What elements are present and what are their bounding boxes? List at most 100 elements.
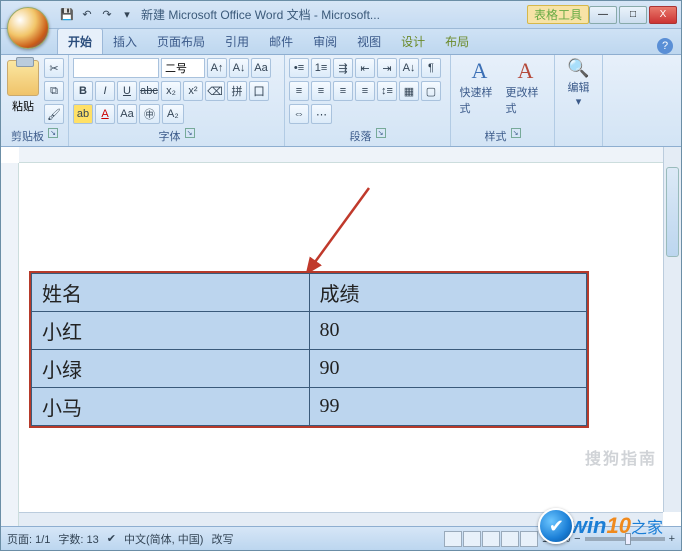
italic-button[interactable]: I (95, 81, 115, 101)
cell-score[interactable]: 99 (309, 388, 587, 426)
asian-spacing-button[interactable]: ⋯ (311, 104, 332, 124)
header-score[interactable]: 成绩 (309, 274, 587, 312)
cell-score[interactable]: 90 (309, 350, 587, 388)
qat-more-icon[interactable]: ▾ (119, 7, 135, 23)
redo-icon[interactable]: ↷ (99, 7, 115, 23)
quick-styles-icon: A (472, 58, 488, 84)
show-marks-button[interactable]: ¶ (421, 58, 441, 78)
distribute-button[interactable]: ⇔ (289, 104, 309, 124)
align-left-button[interactable]: ≡ (289, 81, 309, 101)
phonetic-guide-button[interactable]: 拼 (227, 81, 247, 101)
tab-view[interactable]: 视图 (347, 29, 391, 54)
highlight-button[interactable]: ab (73, 104, 93, 124)
vertical-scrollbar[interactable] (663, 147, 681, 512)
content-table[interactable]: 姓名 成绩 小红 80 小绿 90 小马 99 (31, 273, 587, 426)
scrollbar-thumb[interactable] (666, 167, 679, 257)
maximize-button[interactable]: □ (619, 6, 647, 24)
tab-references[interactable]: 引用 (215, 29, 259, 54)
format-painter-button[interactable]: 🖌 (44, 104, 64, 124)
help-icon[interactable]: ? (657, 38, 673, 54)
close-button[interactable]: X (649, 6, 677, 24)
tab-review[interactable]: 审阅 (303, 29, 347, 54)
ribbon-tabs: 开始 插入 页面布局 引用 邮件 审阅 视图 设计 布局 ? (1, 29, 681, 55)
status-words[interactable]: 字数: 13 (58, 531, 98, 547)
cell-name[interactable]: 小绿 (32, 350, 310, 388)
char-shading-button[interactable]: Aa (117, 104, 137, 124)
vertical-ruler[interactable] (1, 163, 19, 526)
horizontal-ruler[interactable] (19, 147, 663, 163)
cell-name[interactable]: 小马 (32, 388, 310, 426)
styles-dialog-launcher[interactable]: ↘ (511, 128, 521, 138)
tab-insert[interactable]: 插入 (103, 29, 147, 54)
numbering-button[interactable]: 1≡ (311, 58, 331, 78)
subscript-button[interactable]: x₂ (161, 81, 181, 101)
sort-button[interactable]: A↓ (399, 58, 419, 78)
cut-button[interactable]: ✂ (44, 58, 64, 78)
font-dialog-launcher[interactable]: ↘ (185, 128, 195, 138)
chevron-down-icon: ▾ (576, 95, 582, 108)
status-spellcheck-icon[interactable]: ✔ (107, 532, 116, 545)
table-row: 姓名 成绩 (32, 274, 587, 312)
group-paragraph-label: 段落 (350, 128, 372, 144)
clear-format-button[interactable]: ⌫ (205, 81, 225, 101)
clipboard-dialog-launcher[interactable]: ↘ (48, 128, 58, 138)
office-button[interactable] (7, 7, 49, 49)
strike-button[interactable]: abc (139, 81, 159, 101)
line-spacing-button[interactable]: ↕≡ (377, 81, 397, 101)
status-page[interactable]: 页面: 1/1 (7, 531, 50, 547)
copy-button[interactable]: ⧉ (44, 81, 64, 101)
save-icon[interactable]: 💾 (59, 7, 75, 23)
view-outline-button[interactable] (501, 531, 519, 547)
undo-icon[interactable]: ↶ (79, 7, 95, 23)
font-name-combo[interactable] (73, 58, 159, 78)
borders-button[interactable]: ▢ (421, 81, 441, 101)
header-name[interactable]: 姓名 (32, 274, 310, 312)
tab-page-layout[interactable]: 页面布局 (147, 29, 215, 54)
superscript-button[interactable]: x² (183, 81, 203, 101)
font-size-combo[interactable]: 二号 (161, 58, 205, 78)
arrow-annotation (299, 183, 379, 283)
change-styles-button[interactable]: A 更改样式 (506, 58, 546, 116)
paragraph-dialog-launcher[interactable]: ↘ (376, 128, 386, 138)
bullets-button[interactable]: •≡ (289, 58, 309, 78)
group-font-label: 字体 (159, 128, 181, 144)
selected-table[interactable]: 姓名 成绩 小红 80 小绿 90 小马 99 (29, 271, 589, 428)
enclose-chars-button[interactable]: ㊥ (139, 104, 160, 124)
view-print-layout-button[interactable] (444, 531, 462, 547)
bold-button[interactable]: B (73, 81, 93, 101)
status-language[interactable]: 中文(简体, 中国) (124, 531, 203, 547)
underline-button[interactable]: U (117, 81, 137, 101)
increase-indent-button[interactable]: ⇥ (377, 58, 397, 78)
cell-score[interactable]: 80 (309, 312, 587, 350)
shrink-font-button[interactable]: A↓ (229, 58, 249, 78)
multilevel-button[interactable]: ⇶ (333, 58, 353, 78)
justify-button[interactable]: ≡ (355, 81, 375, 101)
ribbon: 粘贴 ✂ ⧉ 🖌 剪贴板↘ 二号 A↑ A↓ Aa B I U abc (1, 55, 681, 147)
view-fullscreen-button[interactable] (463, 531, 481, 547)
view-web-button[interactable] (482, 531, 500, 547)
quick-styles-button[interactable]: A 快速样式 (460, 58, 500, 116)
status-overwrite[interactable]: 改写 (211, 531, 233, 547)
editing-dropdown[interactable]: 🔍 编辑 ▾ (562, 58, 596, 108)
document-area[interactable]: 姓名 成绩 小红 80 小绿 90 小马 99 (19, 163, 663, 512)
zoom-in-button[interactable]: + (669, 533, 675, 545)
cell-name[interactable]: 小红 (32, 312, 310, 350)
view-draft-button[interactable] (520, 531, 538, 547)
align-right-button[interactable]: ≡ (333, 81, 353, 101)
font-color-button[interactable]: A (95, 104, 115, 124)
decrease-indent-button[interactable]: ⇤ (355, 58, 375, 78)
asian-layout-button[interactable]: A₂ (162, 104, 184, 124)
align-center-button[interactable]: ≡ (311, 81, 331, 101)
group-styles-label: 样式 (485, 128, 507, 144)
tab-home[interactable]: 开始 (57, 28, 103, 54)
logo-suffix: 之家 (631, 514, 663, 538)
grow-font-button[interactable]: A↑ (207, 58, 227, 78)
tab-table-design[interactable]: 设计 (391, 29, 435, 54)
paste-button[interactable]: 粘贴 (5, 58, 41, 116)
minimize-button[interactable]: — (589, 6, 617, 24)
shading-button[interactable]: ▦ (399, 81, 419, 101)
change-case-button[interactable]: Aa (251, 58, 271, 78)
tab-mailings[interactable]: 邮件 (259, 29, 303, 54)
tab-table-layout[interactable]: 布局 (435, 29, 479, 54)
char-border-button[interactable]: 囗 (249, 81, 269, 101)
